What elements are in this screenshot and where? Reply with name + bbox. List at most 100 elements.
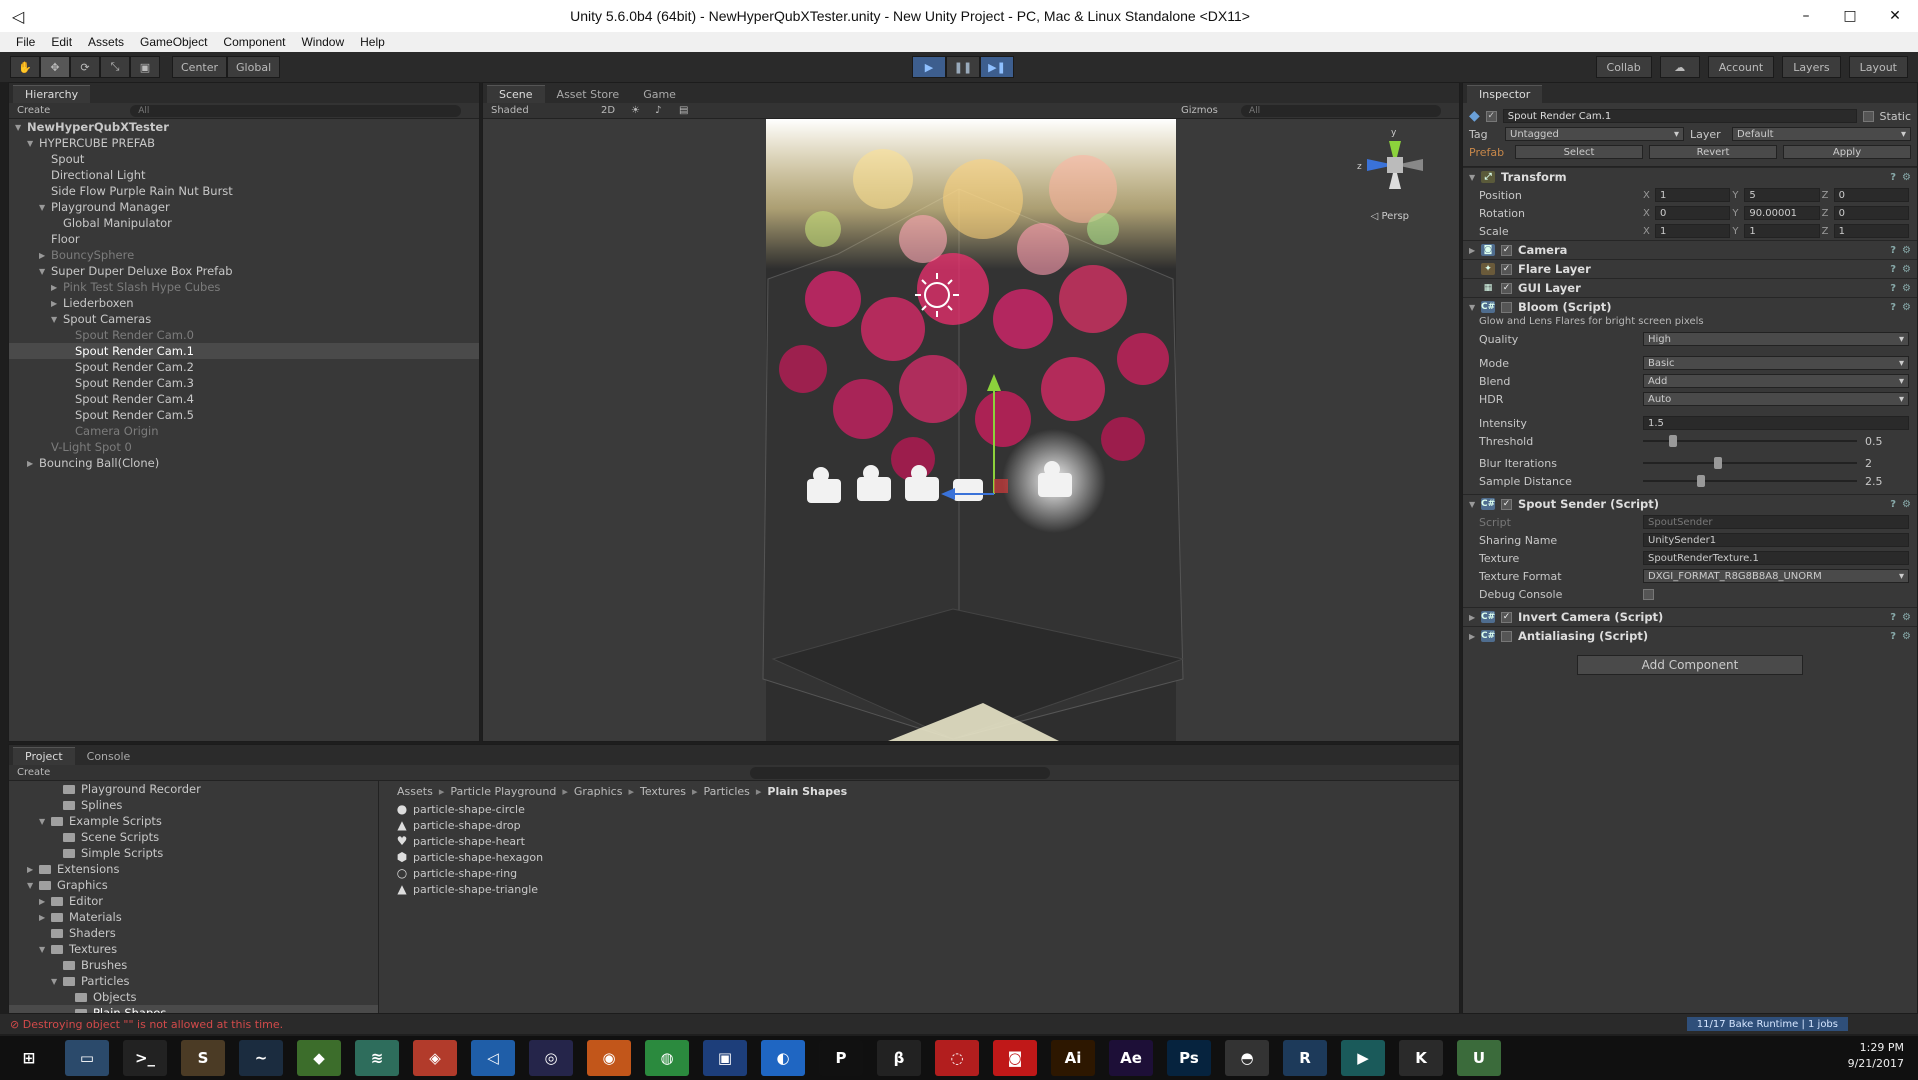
help-icon[interactable]: ? xyxy=(1890,283,1896,294)
menu-gameobject[interactable]: GameObject xyxy=(134,35,217,49)
menu-file[interactable]: File xyxy=(10,35,45,49)
minimize-button[interactable]: – xyxy=(1784,0,1828,32)
close-button[interactable]: ✕ xyxy=(1872,0,1918,32)
taskbar-app-icon[interactable]: ◓ xyxy=(1225,1040,1269,1076)
rotate-tool-icon[interactable]: ⟳ xyxy=(70,56,100,78)
maximize-button[interactable]: □ xyxy=(1828,0,1872,32)
settings-gear-icon[interactable]: ⚙ xyxy=(1902,631,1911,642)
invert-camera-checkbox[interactable]: ✓ xyxy=(1501,611,1512,623)
project-folder-item[interactable]: Playground Recorder xyxy=(9,781,378,797)
pivot-global-button[interactable]: Global xyxy=(227,56,281,78)
transform-y-field[interactable]: 5 xyxy=(1744,188,1820,202)
hierarchy-item[interactable]: Global Manipulator xyxy=(9,215,479,231)
hierarchy-item[interactable]: ▼ HYPERCUBE PREFAB xyxy=(9,135,479,151)
2d-toggle[interactable]: 2D xyxy=(601,105,631,116)
help-icon[interactable]: ? xyxy=(1890,302,1896,313)
prefab-select-button[interactable]: Select xyxy=(1515,145,1643,159)
taskbar-app-icon[interactable]: ◍ xyxy=(645,1040,689,1076)
tree-arrow-icon[interactable]: ▼ xyxy=(27,881,39,890)
tab-asset-store[interactable]: Asset Store xyxy=(545,85,632,103)
file-item[interactable]: ⬢ particle-shape-hexagon xyxy=(381,849,1459,865)
tag-dropdown[interactable]: Untagged ▾ xyxy=(1505,127,1684,141)
settings-gear-icon[interactable]: ⚙ xyxy=(1902,302,1911,313)
tree-arrow-icon[interactable]: ▼ xyxy=(51,315,63,324)
debug-console-checkbox[interactable] xyxy=(1643,588,1654,600)
taskbar-app-icon[interactable]: ≋ xyxy=(355,1040,399,1076)
tab-game[interactable]: Game xyxy=(631,85,688,103)
threshold-slider[interactable] xyxy=(1643,435,1857,447)
gui-layer-header[interactable]: ▦ ✓ GUI Layer ? ⚙ xyxy=(1463,278,1917,297)
intensity-field[interactable]: 1.5 xyxy=(1643,416,1909,430)
account-dropdown[interactable]: Account xyxy=(1707,56,1775,78)
rect-tool-icon[interactable]: ▣ xyxy=(130,56,160,78)
texture-field[interactable]: SpoutRenderTexture.1 xyxy=(1643,551,1909,565)
file-item[interactable]: ▲ particle-shape-drop xyxy=(381,817,1459,833)
sharing-name-field[interactable]: UnitySender1 xyxy=(1643,533,1909,547)
layer-dropdown[interactable]: Default ▾ xyxy=(1732,127,1911,141)
bloom-header[interactable]: ▼ C# Bloom (Script) ? ⚙ xyxy=(1463,297,1917,316)
tree-arrow-icon[interactable]: ▶ xyxy=(27,865,39,874)
gui-enabled-checkbox[interactable]: ✓ xyxy=(1501,282,1512,294)
menu-component[interactable]: Component xyxy=(217,35,295,49)
help-icon[interactable]: ? xyxy=(1890,631,1896,642)
menu-window[interactable]: Window xyxy=(295,35,354,49)
invert-camera-header[interactable]: ▶ C# ✓ Invert Camera (Script) ? ⚙ xyxy=(1463,607,1917,626)
menu-help[interactable]: Help xyxy=(354,35,395,49)
hdr-dropdown[interactable]: Auto ▾ xyxy=(1643,392,1909,406)
blend-dropdown[interactable]: Add ▾ xyxy=(1643,374,1909,388)
add-component-button[interactable]: Add Component xyxy=(1577,655,1803,675)
prefab-revert-button[interactable]: Revert xyxy=(1649,145,1777,159)
static-checkbox[interactable] xyxy=(1862,110,1874,122)
hierarchy-item[interactable]: Spout Render Cam.3 xyxy=(9,375,479,391)
tree-arrow-icon[interactable]: ▼ xyxy=(51,977,63,986)
settings-gear-icon[interactable]: ⚙ xyxy=(1902,264,1911,275)
transform-x-field[interactable]: 1 xyxy=(1655,188,1731,202)
object-name-field[interactable]: Spout Render Cam.1 xyxy=(1502,109,1857,123)
blur-slider-thumb[interactable] xyxy=(1713,457,1722,469)
taskbar-app-icon[interactable]: ◆ xyxy=(297,1040,341,1076)
tab-console[interactable]: Console xyxy=(75,747,143,765)
taskbar-app-icon[interactable]: ◎ xyxy=(529,1040,573,1076)
pause-icon[interactable]: ❚❚ xyxy=(946,56,980,78)
tree-arrow-icon[interactable]: ▼ xyxy=(39,267,51,276)
move-tool-icon[interactable]: ✥ xyxy=(40,56,70,78)
tree-arrow-icon[interactable]: ▼ xyxy=(15,123,27,132)
hierarchy-item[interactable]: Spout Render Cam.0 xyxy=(9,327,479,343)
camera-enabled-checkbox[interactable]: ✓ xyxy=(1501,244,1512,256)
cloud-icon[interactable]: ☁ xyxy=(1659,56,1700,78)
project-folder-item[interactable]: ▶ Extensions xyxy=(9,861,378,877)
hierarchy-item[interactable]: ▼ NewHyperQubXTester xyxy=(9,119,479,135)
menu-assets[interactable]: Assets xyxy=(82,35,134,49)
project-folder-item[interactable]: Scene Scripts xyxy=(9,829,378,845)
camera-header[interactable]: ▶ ◙ ✓ Camera ? ⚙ xyxy=(1463,240,1917,259)
play-icon[interactable]: ▶ xyxy=(912,56,946,78)
project-folder-item[interactable]: Plain Shapes xyxy=(9,1005,378,1013)
project-folder-item[interactable]: Simple Scripts xyxy=(9,845,378,861)
taskbar-app-icon[interactable]: ◉ xyxy=(587,1040,631,1076)
transform-x-field[interactable]: 1 xyxy=(1655,224,1731,238)
layout-dropdown[interactable]: Layout xyxy=(1848,56,1908,78)
hand-tool-icon[interactable]: ✋ xyxy=(10,56,40,78)
hierarchy-item[interactable]: Spout Render Cam.5 xyxy=(9,407,479,423)
tree-arrow-icon[interactable]: ▼ xyxy=(39,203,51,212)
breadcrumb-item[interactable]: Particles xyxy=(704,785,750,798)
project-folder-item[interactable]: Brushes xyxy=(9,957,378,973)
taskbar-app-icon[interactable]: Ps xyxy=(1167,1040,1211,1076)
bloom-enabled-checkbox[interactable] xyxy=(1501,301,1512,313)
project-folder-item[interactable]: Objects xyxy=(9,989,378,1005)
taskbar-app-icon[interactable]: U xyxy=(1457,1040,1501,1076)
taskbar-app-icon[interactable]: ~ xyxy=(239,1040,283,1076)
antialiasing-header[interactable]: ▶ C# Antialiasing (Script) ? ⚙ xyxy=(1463,626,1917,645)
effects-toggle-icon[interactable]: ▤ xyxy=(679,105,703,116)
persp-label[interactable]: ◁ Persp xyxy=(1371,211,1409,222)
taskbar-app-icon[interactable]: ◌ xyxy=(935,1040,979,1076)
taskbar-app-icon[interactable]: S xyxy=(181,1040,225,1076)
help-icon[interactable]: ? xyxy=(1890,612,1896,623)
transform-y-field[interactable]: 1 xyxy=(1744,224,1820,238)
spout-sender-header[interactable]: ▼ C# ✓ Spout Sender (Script) ? ⚙ xyxy=(1463,494,1917,513)
taskbar-app-icon[interactable]: ▭ xyxy=(65,1040,109,1076)
project-folder-item[interactable]: Splines xyxy=(9,797,378,813)
settings-gear-icon[interactable]: ⚙ xyxy=(1902,245,1911,256)
taskbar-app-icon[interactable]: ▶ xyxy=(1341,1040,1385,1076)
hierarchy-item[interactable]: ▶ Bouncing Ball(Clone) xyxy=(9,455,479,471)
